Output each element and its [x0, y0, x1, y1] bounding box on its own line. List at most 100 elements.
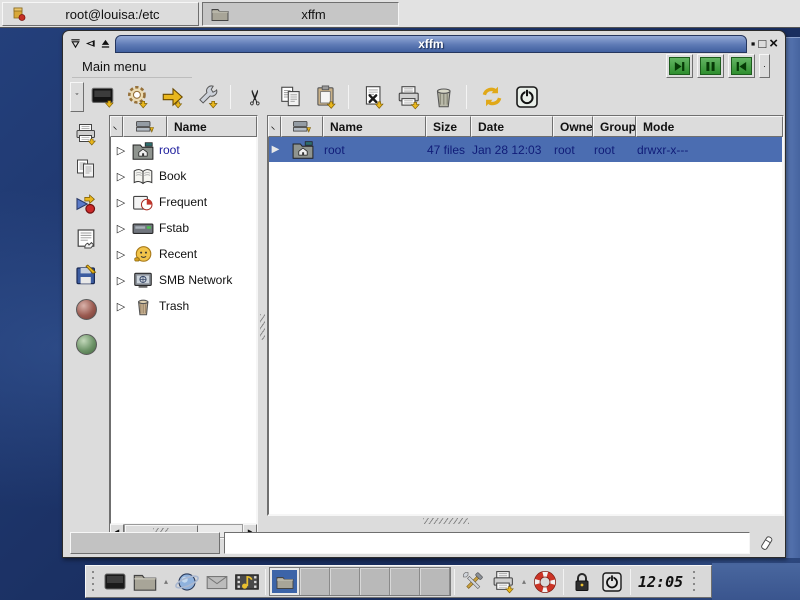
cut-icon: ✂ [243, 88, 268, 106]
goto-button[interactable] [157, 82, 189, 112]
tree-header-name[interactable]: Name [167, 116, 257, 137]
pager-cell[interactable] [300, 568, 330, 595]
trash-icon [431, 84, 457, 110]
cut-button[interactable]: ✂ [240, 82, 272, 112]
pager-cell[interactable] [330, 568, 360, 595]
toolbar-separator [230, 85, 231, 109]
document-tool-icon [361, 84, 387, 110]
expander-icon[interactable]: ▷ [115, 274, 127, 287]
main-menu-button[interactable]: Main menu [74, 56, 154, 78]
tree-item-book[interactable]: ▷ Book [111, 163, 256, 189]
side-save-button[interactable] [70, 261, 102, 287]
tree-header-icon-cell[interactable] [123, 116, 167, 137]
command-input[interactable] [224, 532, 750, 554]
clock[interactable]: 12:05 [634, 573, 687, 591]
panel-power-button[interactable] [597, 567, 627, 597]
trash-button[interactable] [428, 82, 460, 112]
column-owner[interactable]: Owner [553, 116, 593, 137]
minimize-icon[interactable]: ▪ [751, 37, 756, 51]
background-window-corner[interactable] [712, 563, 800, 600]
panel-handle[interactable] [89, 569, 97, 595]
tree-item-fstab[interactable]: ▷ Fstab [111, 215, 256, 241]
select-hand-icon [74, 228, 98, 250]
terminal-button[interactable] [87, 82, 119, 112]
expander-filled-icon[interactable]: ▶ [269, 144, 282, 155]
panel-files-button[interactable] [130, 567, 160, 597]
side-sphere-red-button[interactable] [70, 296, 102, 322]
expander-icon[interactable]: ▷ [115, 300, 127, 313]
panel-mail-button[interactable] [202, 567, 232, 597]
panel-print-button[interactable] [488, 567, 518, 597]
panel-tools-button[interactable] [458, 567, 488, 597]
panel-separator [454, 569, 455, 595]
workspace-pager [269, 567, 451, 596]
side-copy-button[interactable] [70, 156, 102, 182]
titlebar[interactable]: xffm ▪ □ × [66, 34, 782, 53]
close-icon[interactable]: × [769, 37, 778, 51]
panel-terminal-button[interactable] [100, 567, 130, 597]
tree-item-recent[interactable]: ▷ Recent [111, 241, 256, 267]
clear-button[interactable] [754, 531, 778, 555]
titlebar-drag-area[interactable]: xffm [115, 35, 747, 53]
side-print-button[interactable] [70, 121, 102, 147]
column-mode[interactable]: Mode [636, 116, 783, 137]
print-button[interactable] [393, 82, 425, 112]
pager-cell[interactable] [390, 568, 420, 595]
tree-item-smb-network[interactable]: ▷ SMB Network [111, 267, 256, 293]
skip-forward-button[interactable] [666, 54, 693, 78]
list-header-corner[interactable]: ⸜ [268, 116, 281, 137]
shade-icon[interactable] [99, 37, 112, 51]
background-window-edge[interactable] [786, 37, 800, 558]
side-select-button[interactable] [70, 226, 102, 252]
settings-button[interactable] [122, 82, 154, 112]
toolbar-collapse-button[interactable]: ˇ [70, 82, 84, 112]
skip-back-button[interactable] [728, 54, 755, 78]
panel-splitter[interactable] [259, 115, 266, 539]
side-run-button[interactable] [70, 191, 102, 217]
refresh-button[interactable] [476, 82, 508, 112]
column-group[interactable]: Group [593, 116, 636, 137]
popup-arrow-icon[interactable]: ▴ [160, 577, 172, 586]
column-size[interactable]: Size [426, 116, 471, 137]
taskbar-item-terminal[interactable]: root@louisa:/etc [2, 2, 199, 26]
package-icon [11, 6, 27, 22]
copy-button[interactable] [275, 82, 307, 112]
pager-cell-active[interactable] [270, 568, 300, 595]
list-header-icon-cell[interactable] [281, 116, 323, 137]
tree-item-trash[interactable]: ▷ Trash [111, 293, 256, 319]
file-list-panel: ⸜ Name Size Date Owner Group Mode ▶ root… [267, 115, 784, 516]
power-button[interactable] [511, 82, 543, 112]
panel-media-button[interactable] [232, 567, 262, 597]
pager-cell[interactable] [360, 568, 390, 595]
expander-icon[interactable]: ▷ [115, 170, 127, 183]
paste-button[interactable] [310, 82, 342, 112]
pager-cell[interactable] [420, 568, 450, 595]
expander-icon[interactable]: ▷ [115, 248, 127, 261]
side-sphere-green-button[interactable] [70, 331, 102, 357]
maximize-icon[interactable]: □ [758, 37, 766, 51]
document-tool-button[interactable] [358, 82, 390, 112]
file-row-root[interactable]: ▶ root 47 files Jan 28 12:03 root root d… [269, 137, 782, 162]
window-menu-icon[interactable] [69, 37, 82, 51]
task-label: xffm [237, 7, 390, 22]
media-more-button[interactable]: · [759, 54, 770, 78]
side-toolbar [65, 117, 107, 525]
column-name[interactable]: Name [323, 116, 426, 137]
popup-arrow-icon[interactable]: ▴ [518, 577, 530, 586]
tree-header-corner[interactable]: ⸜ [110, 116, 123, 137]
tree-item-frequent[interactable]: ▷ Frequent [111, 189, 256, 215]
pause-button[interactable] [697, 54, 724, 78]
output-pane-grip[interactable] [423, 518, 469, 524]
panel-handle[interactable] [690, 569, 698, 595]
panel-help-button[interactable] [530, 567, 560, 597]
panel-browser-button[interactable] [172, 567, 202, 597]
expander-icon[interactable]: ▷ [115, 196, 127, 209]
stick-icon[interactable] [84, 37, 97, 51]
panel-lock-button[interactable] [567, 567, 597, 597]
column-date[interactable]: Date [471, 116, 553, 137]
taskbar-item-xffm[interactable]: xffm [202, 2, 399, 26]
expander-icon[interactable]: ▷ [115, 144, 127, 157]
expander-icon[interactable]: ▷ [115, 222, 127, 235]
tree-item-root[interactable]: ▷ root [111, 137, 256, 163]
tools-button[interactable] [192, 82, 224, 112]
